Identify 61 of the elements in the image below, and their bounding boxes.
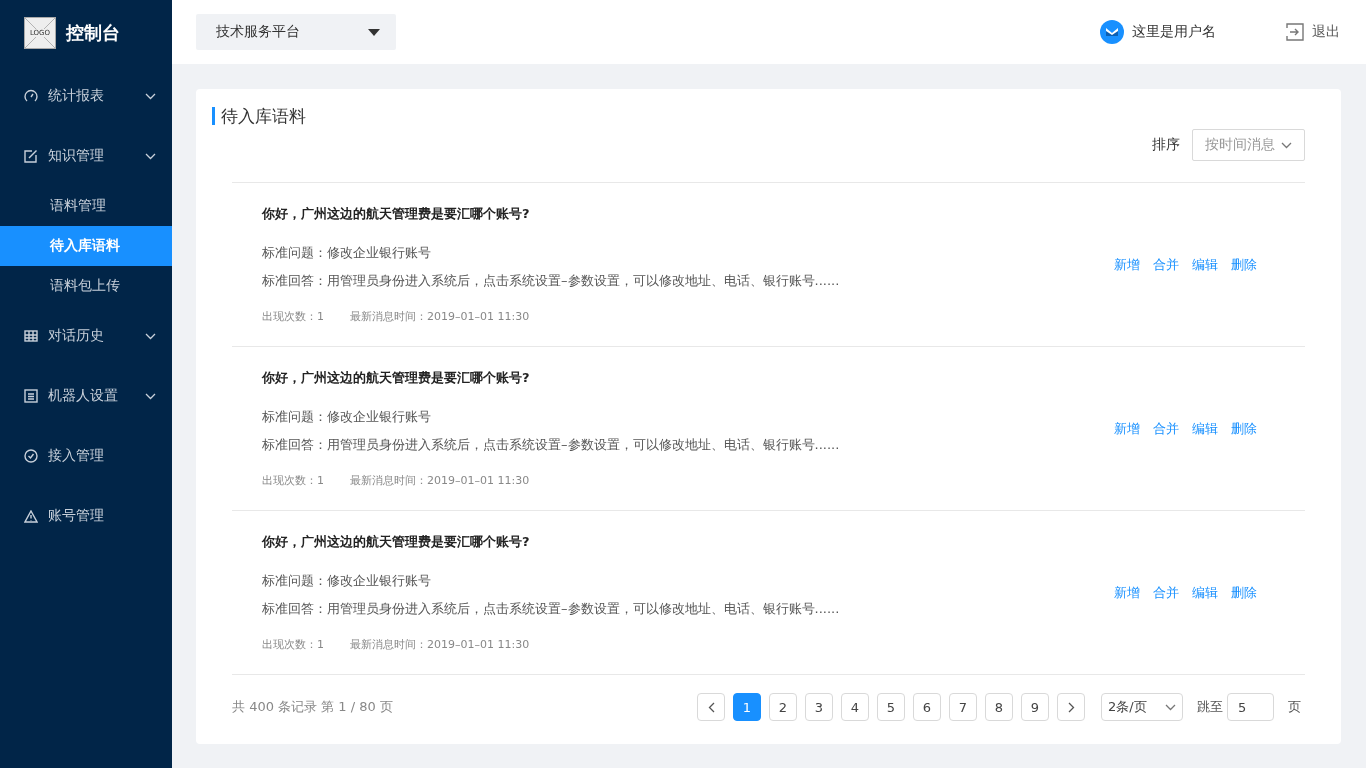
chevron-down-icon: [145, 332, 156, 340]
page-button[interactable]: 4: [841, 693, 869, 721]
jump-label: 跳至: [1197, 698, 1223, 716]
sidebar-item[interactable]: 对话历史: [0, 306, 172, 366]
occurrence-count: 出现次数：1: [262, 309, 324, 324]
page-size-select[interactable]: 2条/页: [1101, 693, 1183, 721]
table-icon: [24, 330, 38, 342]
entry-question: 你好，广州这边的航天管理费是要汇哪个账号?: [262, 533, 531, 551]
logout-icon: [1286, 23, 1304, 41]
latest-time: 最新消息时间：2019–01–01 11:30: [350, 637, 530, 652]
check-circle-icon: [24, 449, 38, 463]
chevron-left-icon: [707, 701, 715, 713]
page-button[interactable]: 3: [805, 693, 833, 721]
sidebar-item[interactable]: 知识管理: [0, 126, 172, 186]
chevron-down-icon: [1281, 141, 1292, 149]
page-button[interactable]: 6: [913, 693, 941, 721]
page-button[interactable]: 5: [877, 693, 905, 721]
sidebar-item[interactable]: 账号管理: [0, 486, 172, 546]
app-title: 控制台: [66, 21, 120, 45]
chevron-down-icon: [1165, 703, 1176, 711]
page-unit: 页: [1288, 698, 1301, 716]
standard-question: 标准问题：修改企业银行账号: [262, 244, 432, 262]
panel-title: 待入库语料: [212, 107, 1305, 125]
sidebar-item[interactable]: 统计报表: [0, 66, 172, 126]
prev-page-button[interactable]: [697, 693, 725, 721]
page-button[interactable]: 7: [949, 693, 977, 721]
caret-icon: [368, 28, 380, 36]
sidebar-item[interactable]: 机器人设置: [0, 366, 172, 426]
entry-question: 你好，广州这边的航天管理费是要汇哪个账号?: [262, 369, 531, 387]
platform-select[interactable]: 技术服务平台: [196, 14, 396, 50]
jump-input[interactable]: 5: [1227, 693, 1274, 721]
sidebar-item[interactable]: 接入管理: [0, 426, 172, 486]
standard-answer: 标准回答：用管理员身份进入系统后，点击系统设置–参数设置，可以修改地址、电话、银行账号......: [262, 272, 841, 290]
latest-time: 最新消息时间：2019–01–01 11:30: [350, 309, 530, 324]
chevron-down-icon: [145, 152, 156, 160]
edit-icon: [24, 149, 38, 163]
chevron-down-icon: [145, 392, 156, 400]
page-button[interactable]: 2: [769, 693, 797, 721]
warning-icon: [24, 509, 38, 523]
standard-question: 标准问题：修改企业银行账号: [262, 572, 432, 590]
username: 这里是用户名: [1132, 23, 1216, 41]
latest-time: 最新消息时间：2019–01–01 11:30: [350, 473, 530, 488]
entry-question: 你好，广州这边的航天管理费是要汇哪个账号?: [262, 205, 531, 223]
chevron-down-icon: [145, 92, 156, 100]
occurrence-count: 出现次数：1: [262, 473, 324, 488]
standard-answer: 标准回答：用管理员身份进入系统后，点击系统设置–参数设置，可以修改地址、电话、银行账号......: [262, 436, 841, 454]
list-icon: [24, 389, 38, 403]
gauge-icon: [24, 89, 38, 103]
occurrence-count: 出现次数：1: [262, 637, 324, 652]
logout-button[interactable]: 退出: [1286, 23, 1340, 41]
chevron-right-icon: [1067, 701, 1075, 713]
page-button[interactable]: 9: [1021, 693, 1049, 721]
standard-question: 标准问题：修改企业银行账号: [262, 408, 432, 426]
standard-answer: 标准回答：用管理员身份进入系统后，点击系统设置–参数设置，可以修改地址、电话、银行账号......: [262, 600, 841, 618]
sort-label: 排序: [1152, 136, 1180, 154]
avatar-icon: [1100, 20, 1124, 44]
next-page-button[interactable]: [1057, 693, 1085, 721]
record-summary: 共 400 条记录 第 1 / 80 页: [232, 698, 394, 716]
sidebar-subitem[interactable]: 语料包上传: [0, 266, 172, 306]
sidebar-subitem[interactable]: 语料管理: [0, 186, 172, 226]
page-button[interactable]: 8: [985, 693, 1013, 721]
